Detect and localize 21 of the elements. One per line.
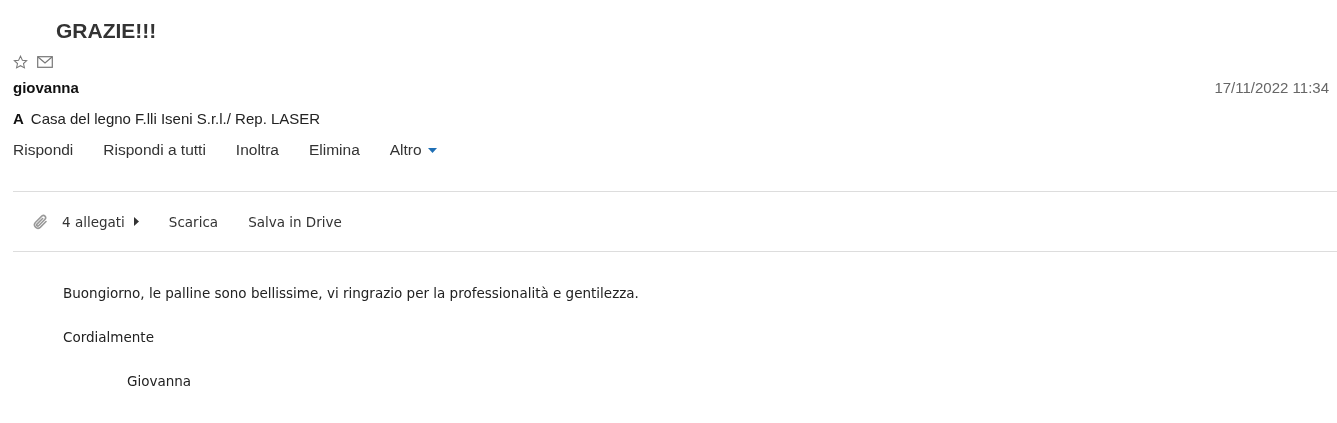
action-button[interactable]: Rispondi a tutti: [103, 141, 206, 159]
recipient-name: Casa del legno F.lli Iseni S.r.l./ Rep. LASER: [30, 110, 321, 127]
action-button[interactable]: Elimina: [308, 141, 360, 159]
email-subject: GRAZIE!!!: [56, 19, 157, 43]
sender-name: giovanna: [13, 79, 79, 96]
caret-down-icon: [427, 147, 437, 153]
message-date: 17/11/2022 11:34: [1214, 79, 1329, 96]
attachment-action-button[interactable]: Salva in Drive: [248, 213, 342, 230]
star-icon[interactable]: [13, 54, 28, 70]
body-paragraph: Cordialmente: [63, 329, 155, 346]
action-button[interactable]: Inoltra: [235, 141, 279, 159]
attachment-action-button[interactable]: Scarica: [168, 213, 219, 230]
envelope-icon[interactable]: [37, 56, 53, 68]
action-button[interactable]: Rispondi: [13, 141, 74, 159]
recipient-label: A: [13, 110, 24, 127]
signature-text: Giovanna: [126, 373, 193, 390]
caret-right-icon: [133, 217, 139, 226]
more-menu-button[interactable]: Altro: [389, 141, 437, 159]
body-paragraph: Buongiorno, le palline sono bellissime, vi ringrazio per la professionalità e gentilezza.: [63, 285, 640, 302]
paperclip-icon: [33, 212, 49, 231]
attachments-toggle[interactable]: 4 allegati: [62, 213, 139, 230]
